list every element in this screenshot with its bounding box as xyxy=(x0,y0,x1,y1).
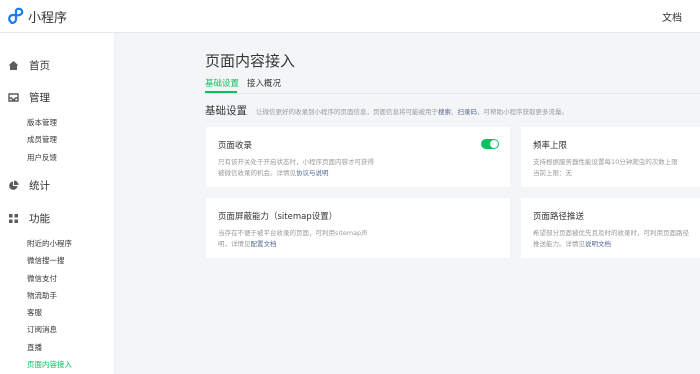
frequency-limit-card: 频率上限 支持根据服务器性能设置每10分钟爬虫的次数上限 当前上限：无 xyxy=(521,127,700,187)
sitemap-settings-card: 页面屏蔽能力（sitemap设置） 当存在不便于被平台收录的页面，可利用site… xyxy=(206,198,510,258)
sidebar-item-label: 功能 xyxy=(29,213,50,225)
top-bar: 小程序 文档 xyxy=(0,0,700,33)
tab-divider xyxy=(205,93,700,94)
tab-basic-settings[interactable]: 基础设置 xyxy=(205,77,239,89)
sidebar-item-nearby-mini-programs[interactable]: 附近的小程序 xyxy=(27,238,72,249)
home-icon xyxy=(8,61,19,70)
card-desc-line: 推送能力。详情见 xyxy=(533,240,585,248)
section-description: 让微信更好的收录到小程序的页面信息，页面信息将可能被用于搜索、扫录码，可帮助小程… xyxy=(256,106,568,116)
page-indexing-toggle[interactable] xyxy=(481,139,499,149)
sidebar-item-label: 首页 xyxy=(29,60,50,72)
sidebar-item-wechat-pay[interactable]: 微信支付 xyxy=(27,273,57,284)
active-tab-indicator xyxy=(205,91,237,93)
card-desc-line: 支持根据服务器性能设置每10分钟爬虫的次数上限 xyxy=(533,158,678,166)
docs-link[interactable]: 文档 xyxy=(662,9,682,24)
card-title: 页面屏蔽能力（sitemap设置） xyxy=(218,212,338,222)
mini-program-logo-icon[interactable] xyxy=(8,7,24,25)
card-description: 当存在不便于被平台收录的页面，可利用sitemap声 明，详情见配置文档 xyxy=(218,228,368,250)
sidebar-item-version-management[interactable]: 版本管理 xyxy=(27,117,57,128)
protocol-link[interactable]: 协议与说明 xyxy=(296,169,329,177)
card-desc-line: 当存在不便于被平台收录的页面，可利用sitemap声 xyxy=(218,229,368,237)
config-docs-link[interactable]: 配置文档 xyxy=(251,240,277,248)
card-description: 支持根据服务器性能设置每10分钟爬虫的次数上限 当前上限：无 xyxy=(533,157,678,179)
sidebar-item-label: 统计 xyxy=(29,180,50,192)
page-title: 页面内容接入 xyxy=(205,52,296,70)
card-title: 页面收录 xyxy=(218,141,253,151)
page-indexing-card: 页面收录 只有该开关处于开启状态时，小程序页面内容才可获得 被微信收录的机会。详… xyxy=(206,127,510,187)
card-description: 希望部分页面被优先且及时的收录时，可利用页面路径 推送能力。详情见说明文档 xyxy=(533,228,689,250)
card-desc-line: 只有该开关处于开启状态时，小程序页面内容才可获得 xyxy=(218,158,374,166)
section-title: 基础设置 xyxy=(205,105,247,117)
sidebar-item-user-feedback[interactable]: 用户反馈 xyxy=(27,152,57,163)
sidebar-item-page-content-access[interactable]: 页面内容接入 xyxy=(27,359,72,370)
search-link[interactable]: 搜索 xyxy=(438,108,451,116)
sidebar-item-statistics[interactable]: 统计 xyxy=(8,178,50,193)
sidebar-item-logistics-assistant[interactable]: 物流助手 xyxy=(27,290,57,301)
sidebar: 首页 管理 版本管理 成员管理 用户反馈 统计 功能 附近的小程序 微信搜一搜 … xyxy=(0,33,115,374)
card-title: 页面路径推送 xyxy=(533,212,585,222)
sidebar-item-label: 管理 xyxy=(29,92,50,104)
sidebar-item-wechat-search[interactable]: 微信搜一搜 xyxy=(27,255,65,266)
grid-icon xyxy=(9,214,18,223)
explanation-docs-link[interactable]: 说明文档 xyxy=(585,240,611,248)
tab-access-overview[interactable]: 接入概况 xyxy=(247,77,281,89)
inbox-icon xyxy=(8,93,19,102)
sidebar-item-live-streaming[interactable]: 直播 xyxy=(27,342,42,353)
sidebar-item-manage[interactable]: 管理 xyxy=(8,90,50,105)
sidebar-item-features[interactable]: 功能 xyxy=(8,211,50,226)
toggle-knob xyxy=(490,140,498,148)
sidebar-item-subscription-messages[interactable]: 订阅消息 xyxy=(27,324,57,335)
page-path-push-card: 页面路径推送 希望部分页面被优先且及时的收录时，可利用页面路径 推送能力。详情见… xyxy=(521,198,700,258)
section-desc-suffix: ，可帮助小程序获取更多流量。 xyxy=(477,108,568,116)
sidebar-item-customer-service[interactable]: 客服 xyxy=(27,307,42,318)
section-desc-text: 让微信更好的收录到小程序的页面信息，页面信息将可能被用于 xyxy=(256,108,438,116)
sidebar-item-member-management[interactable]: 成员管理 xyxy=(27,134,57,145)
card-desc-line: 希望部分页面被优先且及时的收录时，可利用页面路径 xyxy=(533,229,689,237)
card-desc-line: 当前上限：无 xyxy=(533,169,572,177)
card-title: 频率上限 xyxy=(533,141,568,151)
pie-chart-icon xyxy=(9,180,19,190)
card-desc-line: 被微信收录的机会。详情见 xyxy=(218,169,296,177)
card-description: 只有该开关处于开启状态时，小程序页面内容才可获得 被微信收录的机会。详情见协议与… xyxy=(218,157,374,179)
card-desc-line: 明，详情见 xyxy=(218,240,251,248)
scan-code-link[interactable]: 扫录码 xyxy=(458,108,478,116)
sidebar-item-home[interactable]: 首页 xyxy=(8,58,50,73)
app-title: 小程序 xyxy=(28,11,68,26)
